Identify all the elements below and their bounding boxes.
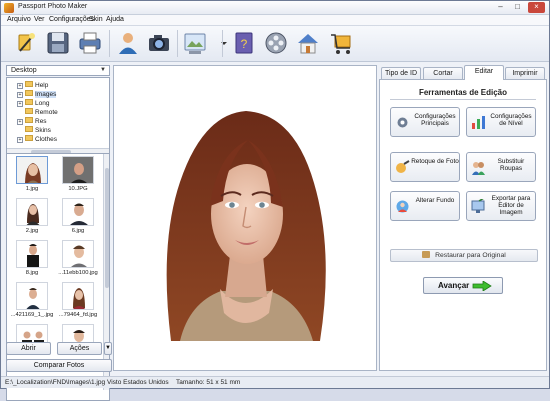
restore-original-label: Restaurar para Original xyxy=(435,252,506,259)
tab-strip: Tipo de ID Cortar Editar Imprimir xyxy=(379,65,547,80)
tree-item-help[interactable]: + Help xyxy=(17,81,48,89)
print-icon[interactable] xyxy=(76,29,104,57)
edit-tools-title: Ferramentas de Edição xyxy=(418,88,508,97)
title-bar: Passport Photo Maker – □ × xyxy=(1,1,549,15)
thumbnail-item[interactable]: 6.jpg xyxy=(57,198,99,238)
chevron-down-icon[interactable] xyxy=(210,29,227,57)
status-size: Tamanho: 51 x 51 mm xyxy=(176,379,241,386)
clothes-icon xyxy=(472,162,485,175)
app-icon xyxy=(4,3,14,13)
user-photo-icon[interactable] xyxy=(114,29,142,57)
next-label: Avançar xyxy=(438,281,470,290)
open-button[interactable]: Abrir xyxy=(6,342,51,355)
toolbar-separator xyxy=(222,30,223,57)
close-button[interactable]: × xyxy=(528,2,545,13)
folder-icon xyxy=(25,126,33,132)
export-editor-button[interactable]: Exportar para Editor de Imagem xyxy=(466,191,536,221)
compare-photos-button[interactable]: Comparar Fotos xyxy=(6,359,112,372)
tree-item-res[interactable]: + Res xyxy=(17,117,47,125)
toolbar: ? xyxy=(1,26,549,62)
actions-button[interactable]: Ações xyxy=(57,342,102,355)
thumbnail-item[interactable]: 8.jpg xyxy=(11,240,53,280)
status-standard: Visto Estados Unidos xyxy=(107,379,169,386)
maximize-button[interactable]: □ xyxy=(509,2,526,13)
app-window: Passport Photo Maker – □ × Arquivo Ver C… xyxy=(0,0,550,401)
tab-edit[interactable]: Editar xyxy=(464,65,504,80)
gear-icon xyxy=(397,117,408,128)
replace-clothes-button[interactable]: Substituir Roupas xyxy=(466,152,536,182)
thumbnail-item[interactable]: 1.jpg xyxy=(11,156,53,196)
levels-icon xyxy=(472,116,485,129)
section-divider xyxy=(390,99,536,100)
restore-original-button[interactable]: Restaurar para Original xyxy=(390,249,538,262)
tab-id-type[interactable]: Tipo de ID xyxy=(381,67,421,79)
help-book-icon[interactable]: ? xyxy=(230,29,258,57)
change-background-button[interactable]: Alterar Fundo xyxy=(390,191,460,221)
svg-text:?: ? xyxy=(241,37,248,51)
menu-skin[interactable]: Skin xyxy=(89,16,103,23)
cart-icon[interactable] xyxy=(328,29,356,57)
background-icon xyxy=(396,200,409,213)
edit-tab-body: Ferramentas de Edição Configurações Prin… xyxy=(379,79,547,371)
save-icon[interactable] xyxy=(44,29,72,57)
scan-icon[interactable] xyxy=(181,29,209,57)
status-bar: E:\_Localization\FND\Images\1.jpg Visto … xyxy=(1,376,549,388)
thumbnail-item[interactable]: ...79464_fd.jpg xyxy=(57,282,99,322)
retouch-icon xyxy=(396,160,410,173)
tools-panel: Tipo de ID Cortar Editar Imprimir Ferram… xyxy=(379,65,547,371)
thumbnail-item[interactable]: ...421169_1_.jpg xyxy=(11,282,53,322)
window-title: Passport Photo Maker xyxy=(18,3,88,10)
actions-dropdown-button[interactable]: ▼ xyxy=(104,342,112,355)
file-browser-panel: Desktop ▼ + Help + Images + Long Remote + Re… xyxy=(6,65,112,401)
next-button[interactable]: Avançar xyxy=(423,277,503,294)
folder-icon xyxy=(25,99,33,105)
tree-item-remote[interactable]: Remote xyxy=(25,108,58,116)
toolbar-separator xyxy=(109,30,110,57)
tree-item-skins[interactable]: Skins xyxy=(25,126,51,134)
menu-view[interactable]: Ver xyxy=(34,16,45,23)
photo-preview-area xyxy=(113,65,377,371)
folder-icon xyxy=(25,135,33,141)
photo-retouch-button[interactable]: Retoque de Foto xyxy=(390,152,460,182)
menu-settings[interactable]: Configurações xyxy=(49,16,94,23)
thumbnail-item[interactable]: ...11ebb100.jpg xyxy=(57,240,99,280)
tree-item-long[interactable]: + Long xyxy=(17,99,49,107)
portrait-photo[interactable] xyxy=(124,99,369,341)
chevron-down-icon: ▼ xyxy=(100,67,106,73)
folder-icon xyxy=(25,117,33,123)
menu-help[interactable]: Ajuda xyxy=(106,16,124,23)
status-file-path: E:\_Localization\FND\Images\1.jpg xyxy=(5,379,106,386)
folder-icon xyxy=(25,108,33,114)
arrow-right-icon xyxy=(472,281,492,291)
minimize-button[interactable]: – xyxy=(492,2,509,13)
thumbnail-item[interactable]: 2.jpg xyxy=(11,198,53,238)
menu-file[interactable]: Arquivo xyxy=(7,16,31,23)
export-icon xyxy=(471,199,485,213)
main-settings-button[interactable]: Configurações Principais xyxy=(390,107,460,137)
camera-icon[interactable] xyxy=(145,29,173,57)
folder-icon xyxy=(25,90,33,96)
level-settings-button[interactable]: Configurações de Nível xyxy=(466,107,536,137)
folder-icon xyxy=(25,81,33,87)
toolbar-separator xyxy=(177,30,178,57)
folder-dropdown[interactable]: Desktop ▼ xyxy=(6,65,110,76)
folder-dropdown-value: Desktop xyxy=(11,67,37,74)
tree-item-images[interactable]: + Images xyxy=(17,90,57,98)
tab-print[interactable]: Imprimir xyxy=(505,67,545,79)
menu-bar: Arquivo Ver Configurações Skin Ajuda xyxy=(1,15,549,26)
home-icon[interactable] xyxy=(294,29,322,57)
broom-icon xyxy=(422,251,431,258)
tab-crop[interactable]: Cortar xyxy=(423,67,463,79)
thumbnail-item[interactable]: 10.JPG xyxy=(57,156,99,196)
folder-tree: + Help + Images + Long Remote + Res Skins + C… xyxy=(6,77,110,156)
tree-item-clothes[interactable]: + Clothes xyxy=(17,135,57,143)
wizard-tool-icon[interactable] xyxy=(12,29,40,57)
video-reel-icon[interactable] xyxy=(262,29,290,57)
